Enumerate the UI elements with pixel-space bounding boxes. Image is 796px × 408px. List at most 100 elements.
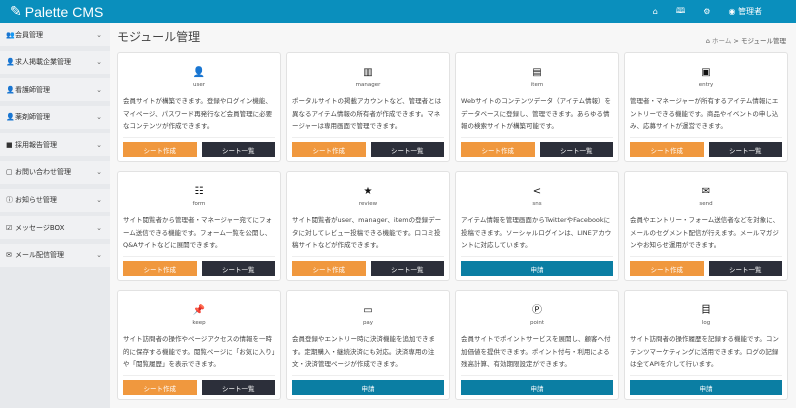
sidebar-item[interactable]: ⓘ お知らせ管理 ⌄ [0, 188, 110, 212]
module-name: manager [355, 82, 381, 88]
chevron-down-icon[interactable]: ⌄ [96, 113, 102, 121]
module-description: 会員サイトでポイントサービスを展開し、顧客へ付加価値を提供できます。ポイント付与… [461, 335, 611, 368]
create-sheet-button[interactable]: シート作成 [461, 142, 535, 157]
module-description: 会員登録やエントリー時に決済機能を追加できます。定期購入・継続決済にも対応。決済… [292, 335, 435, 368]
parking-circle-icon: Ⓟ [532, 305, 542, 316]
top-header: ✎ Palette CMS ⌂ 🕮 ⚙ ◉ 管理者 [0, 0, 796, 23]
module-description: サイト訪問者の操作やページアクセスの情報を一時的に保存する機能です。閲覧ページに… [123, 335, 275, 368]
sheet-list-button[interactable]: シート一覧 [370, 261, 444, 276]
info-circle-icon: ⓘ [6, 196, 13, 205]
sheet-list-button[interactable]: シート一覧 [201, 261, 275, 276]
home-icon: ⌂ [705, 37, 710, 45]
create-sheet-button[interactable]: シート作成 [630, 142, 704, 157]
user-label: 管理者 [738, 7, 762, 16]
module-description: 会員やエントリー・フォーム送信者などを対象に、メールのセグメント配信が行えます。… [630, 216, 780, 249]
chevron-down-icon[interactable]: ⌄ [96, 196, 102, 204]
module-name: sns [532, 201, 542, 207]
module-name: log [701, 320, 711, 326]
module-card: ▤ item Webサイトのコンテンツデータ（アイテム情報）をデータベースに登録し、… [455, 52, 619, 162]
create-sheet-button[interactable]: シート作成 [123, 380, 197, 395]
sidebar-item[interactable]: 👤 看護師管理 ⌄ [0, 78, 110, 102]
chevron-down-icon[interactable]: ⌄ [96, 224, 102, 232]
sidebar-item-label: 会員管理 [15, 30, 43, 39]
module-card: 📌 keep サイト訪問者の操作やページアクセスの情報を一時的に保存する機能です。閲… [117, 290, 281, 400]
user-menu[interactable]: ◉ 管理者 [728, 6, 762, 17]
module-card: Ⓟpoint 会員サイトでポイントサービスを展開し、顧客へ付加価値を提供できます。… [455, 290, 619, 400]
module-name: user [193, 82, 205, 88]
sidebar-item-label: お知らせ管理 [15, 196, 57, 205]
chevron-down-icon[interactable]: ⌄ [96, 168, 102, 176]
book-icon[interactable]: 🕮 [676, 5, 685, 19]
create-sheet-button[interactable]: シート作成 [292, 261, 366, 276]
home-icon[interactable]: ⌂ [653, 7, 658, 16]
document-icon: ▤ [532, 67, 542, 78]
sidebar-item[interactable]: ☑ メッセージBOX ⌄ [0, 216, 110, 240]
logo[interactable]: ✎ Palette CMS [10, 3, 103, 20]
module-card: ✉ send 会員やエントリー・フォーム送信者などを対象に、メールのセグメント配信が… [624, 171, 788, 281]
user-icon: 👤 [6, 58, 15, 67]
create-sheet-button[interactable]: シート作成 [123, 142, 197, 157]
edit-square-icon: ☑ [6, 223, 13, 232]
sidebar-item-label: 求人掲載企業管理 [15, 58, 71, 67]
person-icon: 👤 [192, 67, 206, 78]
sheet-list-button[interactable]: シート一覧 [201, 380, 275, 395]
user-circle-icon: ◉ [728, 7, 736, 16]
chevron-down-icon[interactable]: ⌄ [96, 31, 102, 39]
module-grid: 👤 user 会員サイトが構築できます。登録やログイン機能、マイページ、パスワード再… [117, 52, 788, 400]
module-name: form [192, 201, 206, 207]
module-name: point [529, 320, 545, 326]
sidebar-item[interactable]: ■ 採用報告管理 ⌄ [0, 133, 110, 157]
module-card: ▣ entry 管理者・マネージャーが所有するアイテム情報にエントリーできる機能です… [624, 52, 788, 162]
palette-logo-icon: ✎ [10, 3, 22, 19]
gear-icon[interactable]: ⚙ [703, 7, 710, 16]
sidebar-item-label: メッセージBOX [15, 223, 65, 232]
apply-button[interactable]: 申請 [461, 261, 613, 276]
apply-button[interactable]: 申請 [461, 380, 613, 395]
sheet-list-button[interactable]: シート一覧 [708, 261, 782, 276]
app-name: Palette CMS [24, 3, 104, 20]
sidebar-item[interactable]: ▢ お問い合わせ管理 ⌄ [0, 160, 110, 184]
pin-icon: 📌 [192, 305, 206, 316]
share-icon: < [532, 186, 542, 197]
module-card: ☷ form サイト閲覧者から管理者・マネージャー宛てにフォーム送信できる機能です。… [117, 171, 281, 281]
chevron-down-icon[interactable]: ⌄ [96, 58, 102, 66]
breadcrumb-home[interactable]: ホーム [712, 37, 731, 45]
breadcrumb-current: モジュール管理 [740, 37, 786, 45]
sidebar-item[interactable]: 👤 薬剤師管理 ⌄ [0, 105, 110, 129]
sidebar-item[interactable]: ✉ メール配信管理 ⌄ [0, 243, 110, 267]
sheet-list-button[interactable]: シート一覧 [370, 142, 444, 157]
sheet-list-button[interactable]: シート一覧 [708, 142, 782, 157]
sidebar-item[interactable]: 👤 求人掲載企業管理 ⌄ [0, 50, 110, 74]
chevron-down-icon[interactable]: ⌄ [96, 251, 102, 259]
sheet-list-button[interactable]: シート一覧 [201, 142, 275, 157]
module-name: item [530, 82, 544, 88]
apply-button[interactable]: 申請 [630, 380, 782, 395]
envelope-icon: ✉ [701, 186, 711, 197]
breadcrumb: ⌂ ホーム > モジュール管理 [706, 35, 786, 45]
create-sheet-button[interactable]: シート作成 [123, 261, 197, 276]
user-outline-icon: 👤 [6, 85, 15, 94]
create-sheet-button[interactable]: シート作成 [292, 142, 366, 157]
sidebar-item-label: メール配信管理 [15, 251, 64, 260]
breadcrumb-separator: > [733, 37, 739, 45]
module-card: 目 log サイト訪問者の操作履歴を記録する機能です。コンテンツマーケティングに活用… [624, 290, 788, 400]
chevron-down-icon[interactable]: ⌄ [96, 86, 102, 94]
id-card-icon: ▣ [701, 67, 711, 78]
sidebar-item-label: 採用報告管理 [15, 140, 57, 149]
sheet-list-button[interactable]: シート一覧 [539, 142, 613, 157]
inbox-icon: ▢ [6, 168, 13, 177]
chevron-down-icon[interactable]: ⌄ [96, 141, 102, 149]
module-description: 管理者・マネージャーが所有するアイテム情報にエントリーできる機能です。商品やイベ… [630, 97, 779, 130]
sidebar-item[interactable]: 👥 会員管理 ⌄ [0, 23, 110, 46]
sidebar: 👥 会員管理 ⌄ 👤 求人掲載企業管理 ⌄ 👤 看護師管理 ⌄ 👤 薬剤師管理 ⌄ ■ 採用報告管理 ⌄ ▢ お… [0, 23, 110, 408]
module-description: サイト閲覧者がuser、manager、itemの登録データに対してレビュー投稿… [292, 216, 442, 249]
module-description: サイト訪問者の操作履歴を記録する機能です。コンテンツマーケティングに活用できます… [630, 335, 779, 368]
module-name: review [358, 201, 378, 207]
module-description: ポータルサイトの掲載アカウントなど、管理者とは異なるアイテム情報の所有者が作成で… [292, 97, 442, 130]
star-icon: ★ [363, 186, 373, 197]
module-description: 会員サイトが構築できます。登録やログイン機能、マイページ、パスワード再発行など会… [123, 97, 273, 130]
sidebar-item-label: 看護師管理 [15, 85, 50, 94]
apply-button[interactable]: 申請 [292, 380, 444, 395]
create-sheet-button[interactable]: シート作成 [630, 261, 704, 276]
module-card: ▭ pay 会員登録やエントリー時に決済機能を追加できます。定期購入・継続決済にも対… [286, 290, 450, 400]
